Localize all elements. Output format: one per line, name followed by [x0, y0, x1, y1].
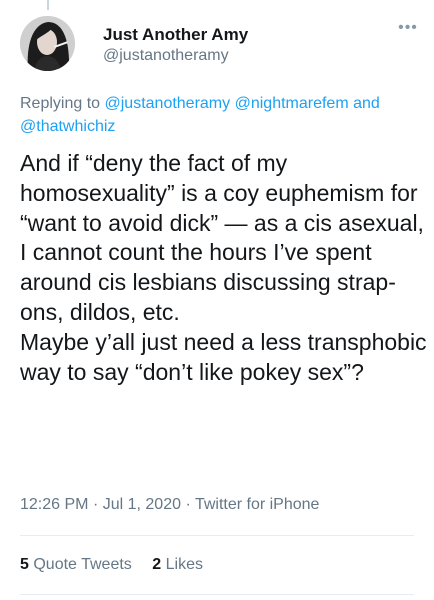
quote-tweets-count: 5 [20, 556, 29, 573]
divider [20, 535, 414, 536]
quote-tweets-stat[interactable]: 5 Quote Tweets [20, 556, 132, 574]
replying-to: Replying to @justanotheramy @nightmarefe… [20, 92, 420, 138]
thread-connector-line [47, 0, 49, 10]
meta-separator: · [185, 496, 195, 513]
more-horizontal-icon[interactable]: ••• [396, 18, 420, 38]
author-handle[interactable]: @justanotheramy [103, 47, 229, 65]
mention-and-others[interactable]: and [353, 95, 380, 112]
tweet-header: Just Another Amy @justanotheramy ••• [20, 16, 420, 72]
tweet-text: And if “deny the fact of my homosexualit… [20, 149, 428, 387]
divider [20, 594, 414, 595]
meta-separator: · [92, 496, 103, 513]
tweet-time[interactable]: 12:26 PM [20, 496, 88, 513]
replying-to-label: Replying to [20, 95, 105, 112]
mention-link[interactable]: @nightmarefem [235, 95, 349, 112]
tweet-stats: 5 Quote Tweets 2 Likes [20, 556, 203, 574]
tweet-source[interactable]: Twitter for iPhone [195, 496, 320, 513]
quote-tweets-label: Quote Tweets [33, 556, 132, 573]
tweet-paragraph: And if “deny the fact of my homosexualit… [20, 150, 424, 325]
likes-count: 2 [152, 556, 162, 573]
author-name[interactable]: Just Another Amy [103, 25, 248, 45]
likes-label: Likes [165, 556, 203, 573]
tweet-paragraph: Maybe y’all just need a less transphobic… [20, 328, 427, 385]
avatar[interactable] [20, 16, 75, 71]
mention-link[interactable]: @thatwhichiz [20, 118, 115, 135]
tweet-meta: 12:26 PM · Jul 1, 2020 · Twitter for iPh… [20, 496, 319, 514]
mention-link[interactable]: @justanotheramy [105, 95, 231, 112]
avatar-image [20, 16, 75, 71]
likes-stat[interactable]: 2 Likes [152, 556, 203, 574]
tweet-date[interactable]: Jul 1, 2020 [103, 496, 181, 513]
